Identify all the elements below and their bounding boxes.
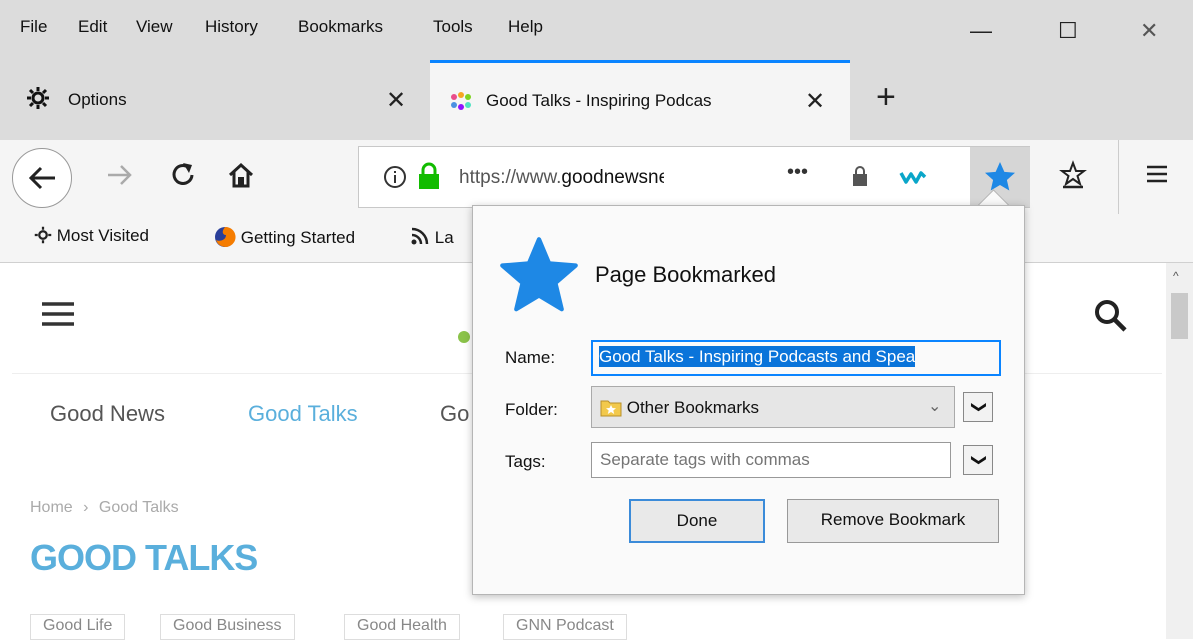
- toolbar-divider: [1118, 140, 1119, 214]
- minimize-button[interactable]: —: [970, 18, 992, 44]
- tab-options[interactable]: Options ✕: [0, 62, 430, 138]
- done-button[interactable]: Done: [629, 499, 765, 543]
- menu-bar: File Edit View History Bookmarks Tools H…: [0, 0, 1193, 60]
- library-button[interactable]: [1058, 160, 1088, 195]
- tab-title: Good Talks - Inspiring Podcas: [486, 91, 712, 110]
- name-field-value: Good Talks - Inspiring Podcasts and Spea: [599, 346, 916, 367]
- close-window-button[interactable]: ✕: [1140, 18, 1158, 44]
- tab-title: Options: [68, 90, 127, 109]
- name-label: Name:: [505, 348, 556, 367]
- extension-wave-icon[interactable]: [899, 169, 927, 190]
- tag-gnn-podcast[interactable]: GNN Podcast: [503, 614, 627, 640]
- tag-good-business[interactable]: Good Business: [160, 614, 295, 640]
- bookmark-most-visited[interactable]: Most Visited: [34, 226, 149, 246]
- forward-arrow-icon: [108, 165, 132, 185]
- site-nav-more[interactable]: Go: [440, 401, 469, 427]
- firefox-icon: [215, 226, 236, 247]
- folder-label: Folder:: [505, 400, 558, 419]
- tag-good-life[interactable]: Good Life: [30, 614, 126, 640]
- chevron-down-icon: ❯: [969, 453, 987, 467]
- menu-file[interactable]: File: [20, 17, 47, 37]
- rss-icon: [411, 227, 429, 245]
- hamburger-menu-button[interactable]: [1145, 162, 1169, 191]
- name-field[interactable]: Good Talks - Inspiring Podcasts and Spea: [591, 340, 1001, 376]
- site-search-button[interactable]: [1094, 299, 1128, 338]
- site-nav-good-talks[interactable]: Good Talks: [248, 401, 358, 427]
- bookmark-getting-started[interactable]: Getting Started: [214, 226, 355, 248]
- back-arrow-icon: [28, 166, 55, 190]
- bookmark-label: Getting Started: [240, 228, 356, 247]
- site-menu-button[interactable]: [42, 301, 74, 332]
- site-favicon-icon: [450, 91, 472, 118]
- breadcrumb-home[interactable]: Home: [30, 499, 73, 516]
- page-title: GOOD TALKS: [30, 537, 258, 578]
- remove-bookmark-button[interactable]: Remove Bookmark: [787, 499, 999, 543]
- home-icon: [228, 162, 254, 188]
- new-tab-button[interactable]: +: [876, 78, 896, 117]
- menu-edit[interactable]: Edit: [78, 17, 107, 37]
- page-scrollbar[interactable]: ^: [1166, 263, 1193, 639]
- close-tab-icon[interactable]: ✕: [386, 86, 406, 115]
- url-bar[interactable]: https://www.goodnewsne •••: [358, 146, 1030, 208]
- info-icon[interactable]: [383, 165, 407, 194]
- close-tab-icon[interactable]: ✕: [805, 87, 825, 116]
- menu-tools[interactable]: Tools: [433, 17, 473, 37]
- bookmark-popup: Page Bookmarked Name: Good Talks - Inspi…: [472, 205, 1025, 595]
- site-nav-good-news[interactable]: Good News: [50, 401, 165, 427]
- url-text[interactable]: https://www.goodnewsne: [459, 167, 664, 189]
- forward-button[interactable]: [104, 160, 134, 195]
- tab-good-talks[interactable]: Good Talks - Inspiring Podcas ✕: [430, 60, 850, 143]
- home-button[interactable]: [226, 160, 256, 195]
- page-actions-icon[interactable]: •••: [787, 161, 808, 184]
- gear-icon: [34, 226, 52, 244]
- tags-label: Tags:: [505, 452, 546, 471]
- chevron-down-icon: ❯: [969, 400, 987, 414]
- bookmark-folder-icon: [600, 400, 622, 417]
- star-icon: [985, 162, 1015, 191]
- scroll-up-icon[interactable]: ^: [1173, 269, 1179, 283]
- tags-input[interactable]: [591, 442, 951, 478]
- bookmark-latest-headlines[interactable]: La: [410, 226, 454, 248]
- bookmarks-menu-icon: [1059, 160, 1087, 189]
- search-icon: [1095, 300, 1127, 332]
- folder-value: Other Bookmarks: [626, 398, 759, 417]
- chevron-down-icon: ⌄: [928, 398, 942, 415]
- hamburger-icon: [42, 302, 74, 326]
- reload-button[interactable]: [168, 160, 198, 195]
- folder-select[interactable]: Other Bookmarks ⌄: [591, 386, 955, 428]
- menu-view[interactable]: View: [136, 17, 173, 37]
- tag-good-health[interactable]: Good Health: [344, 614, 460, 640]
- tracking-lock-icon[interactable]: [851, 165, 869, 192]
- folder-expand-button[interactable]: ❯: [963, 392, 993, 422]
- breadcrumb-current[interactable]: Good Talks: [99, 499, 179, 516]
- popup-title: Page Bookmarked: [595, 262, 776, 287]
- site-logo-fragment: [458, 331, 470, 343]
- tags-expand-button[interactable]: ❯: [963, 445, 993, 475]
- breadcrumb-separator: ›: [83, 499, 89, 516]
- secure-lock-icon[interactable]: [417, 162, 441, 195]
- menu-icon: [1147, 165, 1167, 183]
- large-star-icon: [497, 234, 581, 323]
- menu-history[interactable]: History: [205, 17, 258, 37]
- navigation-toolbar: https://www.goodnewsne •••: [0, 140, 1193, 214]
- bookmark-label: Most Visited: [56, 226, 150, 245]
- reload-icon: [172, 163, 194, 185]
- scroll-thumb[interactable]: [1171, 293, 1188, 339]
- maximize-button[interactable]: ☐: [1058, 18, 1078, 44]
- breadcrumb: Home › Good Talks: [30, 499, 179, 517]
- bookmark-label: La: [434, 228, 454, 247]
- gear-icon: [26, 86, 50, 115]
- back-button[interactable]: [12, 148, 72, 208]
- menu-bookmarks[interactable]: Bookmarks: [298, 17, 383, 37]
- menu-help[interactable]: Help: [508, 17, 543, 37]
